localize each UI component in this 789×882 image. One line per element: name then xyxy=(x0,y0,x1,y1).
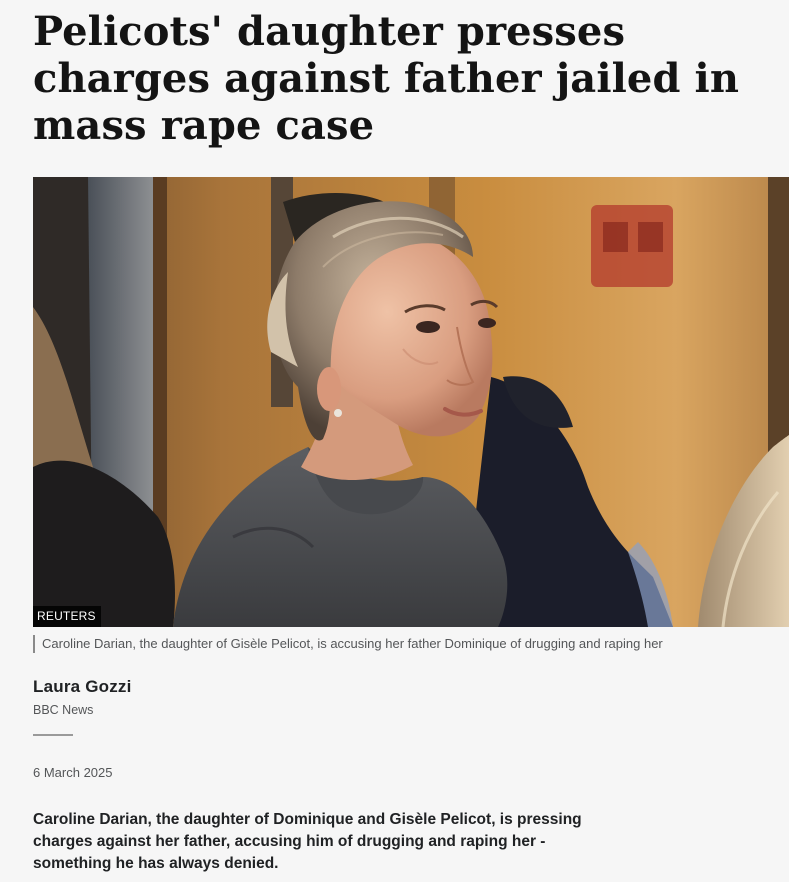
article-headline: Pelicots' daughter presses charges again… xyxy=(33,8,740,149)
image-caption: Caroline Darian, the daughter of Gisèle … xyxy=(33,635,789,653)
article-image: REUTERS xyxy=(33,177,789,627)
article-lede: Caroline Darian, the daughter of Dominiq… xyxy=(33,811,582,872)
photo-caroline-darian xyxy=(33,177,789,627)
byline-author[interactable]: Laura Gozzi xyxy=(33,677,132,697)
image-credit: REUTERS xyxy=(33,606,101,627)
byline-organization: BBC News xyxy=(33,703,94,717)
byline-divider xyxy=(33,734,73,736)
publish-date: 6 March 2025 xyxy=(33,765,113,780)
